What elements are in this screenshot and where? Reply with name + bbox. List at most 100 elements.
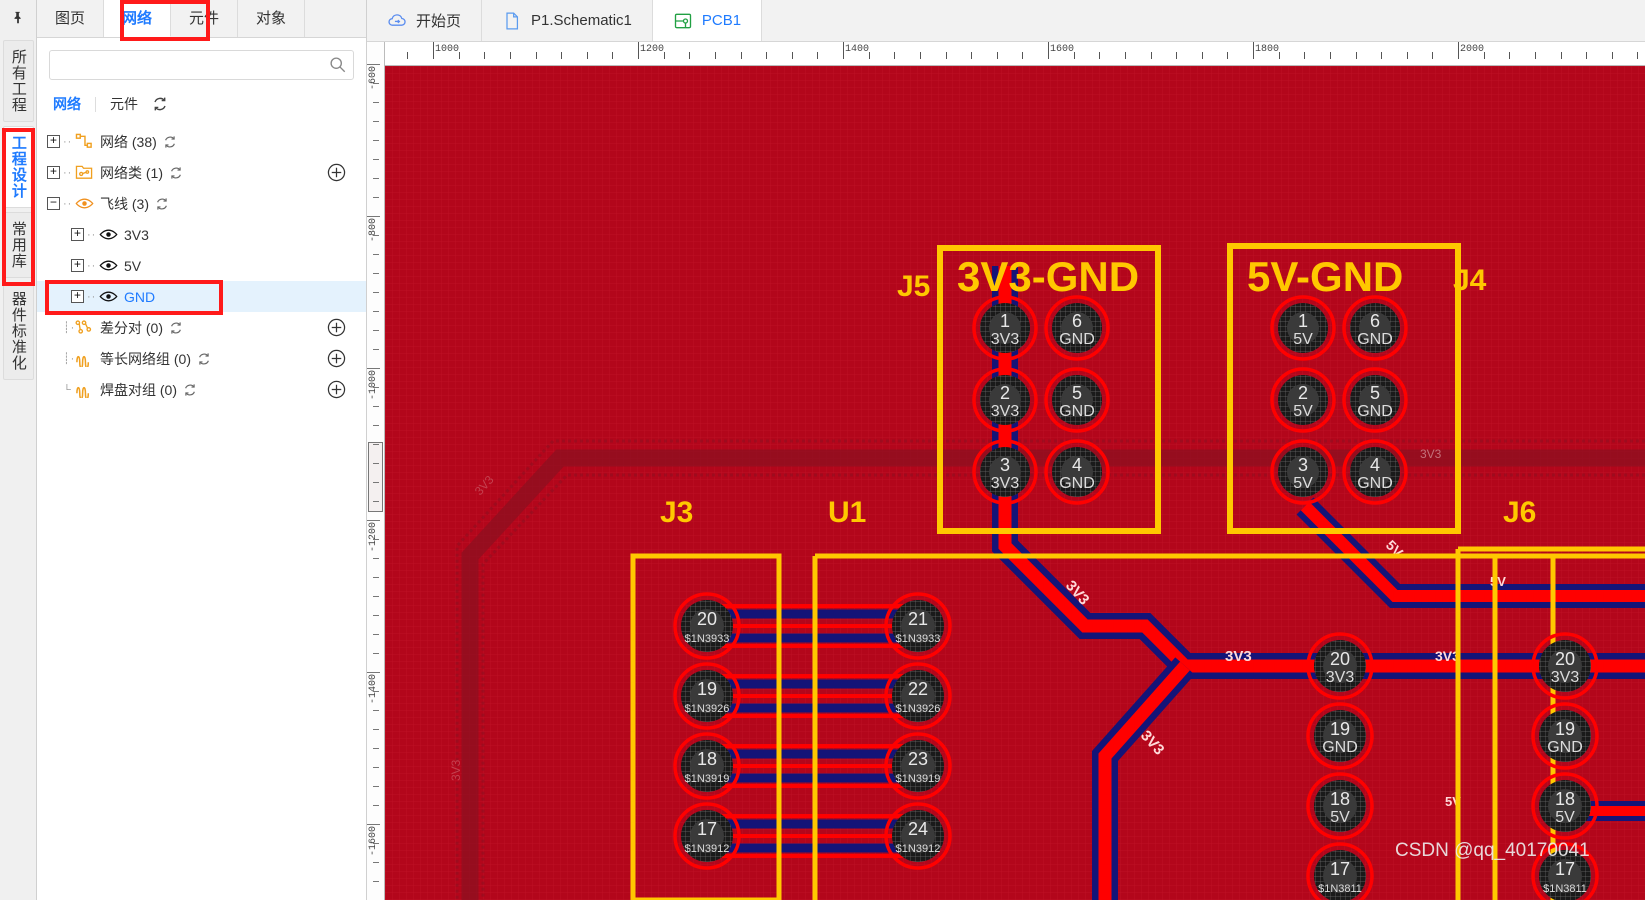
pad-j6r-19[interactable]: 19GND [1531, 702, 1599, 770]
pad-j4-2[interactable]: 25V [1270, 367, 1336, 433]
pad-u1-22[interactable]: 22 $1N3926 [884, 662, 952, 730]
pcb-drawing[interactable]: 3V3 3V3 3V3 3V3 3V3 3V3 3V3 5V 5V 5V J5 … [385, 66, 1645, 900]
doc-tab-start-page[interactable]: 开始页 [367, 0, 483, 41]
subtab-components[interactable]: 元件 [106, 92, 142, 116]
eye-icon[interactable] [75, 195, 94, 212]
expander-icon[interactable]: + [47, 166, 60, 179]
ruler-tick-minor [373, 482, 379, 483]
panel-tab-pages[interactable]: 图页 [37, 0, 105, 37]
pin-icon[interactable] [0, 0, 37, 36]
eye-dark-icon[interactable] [99, 226, 118, 243]
tree-item-ratlines[interactable]: − ·· 飞线 (3) [37, 188, 366, 219]
pad-j5-6[interactable]: 6GND [1044, 295, 1110, 361]
expander-icon[interactable]: + [71, 290, 84, 303]
tree-item-nets[interactable]: + ·· 网络 (38) [37, 126, 366, 157]
ruler-tick-minor [1329, 52, 1331, 59]
refresh-icon[interactable] [152, 96, 168, 112]
pad-u1-21[interactable]: 21 $1N3933 [884, 592, 952, 660]
refresh-icon[interactable] [163, 135, 177, 149]
pad-u1-23[interactable]: 23 $1N3919 [884, 732, 952, 800]
ruler-tick-minor [1381, 52, 1383, 59]
tree-guide: ·· [87, 228, 97, 241]
expander-icon[interactable]: + [71, 228, 84, 241]
tree-item-differential-pairs[interactable]: + ┊·· 差分对 (0) [37, 312, 366, 343]
pad-j5-3[interactable]: 33V3 [972, 439, 1038, 505]
ruler-tick-minor [509, 52, 511, 59]
tree-item-net-3v3[interactable]: + ·· 3V3 [37, 219, 366, 250]
vertical-ruler[interactable]: -600 -800 -1000 -1200 -1400 -1600 [367, 42, 385, 900]
panel-tab-nets[interactable]: 网络 [104, 0, 172, 37]
ruler-tick-minor [791, 52, 793, 59]
panel-tab-objects[interactable]: 对象 [238, 0, 306, 37]
expander-icon[interactable]: + [47, 135, 60, 148]
eye-dark-icon[interactable] [99, 257, 118, 274]
refresh-icon[interactable] [155, 197, 169, 211]
expander-icon[interactable]: + [71, 259, 84, 272]
add-length-group-button[interactable] [327, 349, 346, 368]
horizontal-ruler[interactable]: 10001200140016001800200022002400 [385, 42, 1645, 66]
search-input[interactable] [49, 50, 354, 80]
panel-tab-components[interactable]: 元件 [171, 0, 239, 37]
expander-icon[interactable]: − [47, 197, 60, 210]
search-icon[interactable] [329, 56, 346, 73]
pad-j6l-18[interactable]: 185V [1306, 772, 1374, 840]
tree-item-length-matched-groups[interactable]: + ┊·· 等长网络组 (0) [37, 343, 366, 374]
pad-u1-24[interactable]: 24 $1N3912 [884, 802, 952, 870]
tree-guide: ·· [63, 135, 73, 148]
pad-net-label: 5V [1293, 331, 1313, 348]
refresh-icon[interactable] [183, 383, 197, 397]
pad-number: 6 [1370, 311, 1380, 331]
add-differential-pair-button[interactable] [327, 318, 346, 337]
pad-j4-1[interactable]: 15V [1270, 295, 1336, 361]
pad-number: 23 [908, 749, 928, 769]
ruler-tick-minor [373, 235, 379, 236]
pad-net-label: GND [1059, 403, 1095, 420]
refresh-icon[interactable] [197, 352, 211, 366]
tree-item-net-classes[interactable]: + ·· 网络类 (1) [37, 157, 366, 188]
pad-j6l-20[interactable]: 203V3 [1306, 632, 1374, 700]
refresh-icon[interactable] [169, 321, 183, 335]
refresh-icon[interactable] [169, 166, 183, 180]
pad-j5-2[interactable]: 23V3 [972, 367, 1038, 433]
doc-tab-pcb[interactable]: PCB1 [652, 0, 763, 41]
pad-j3-17[interactable]: 17 $1N3912 [673, 802, 741, 870]
tree-item-label: GND [124, 288, 156, 305]
pad-j4-5[interactable]: 5GND [1342, 367, 1408, 433]
ruler-tick-minor [1406, 52, 1408, 59]
ruler-tick-minor [1099, 52, 1101, 59]
add-net-class-button[interactable] [327, 163, 346, 182]
subtab-nets[interactable]: 网络 [49, 92, 85, 116]
pcb-canvas[interactable]: 3V3 3V3 3V3 3V3 3V3 3V3 3V3 5V 5V 5V J5 … [385, 66, 1645, 900]
pad-j6r-18[interactable]: 185V [1531, 772, 1599, 840]
pad-j4-6[interactable]: 6GND [1342, 295, 1408, 361]
pad-number: 5 [1370, 383, 1380, 403]
rail-tab-all-projects[interactable]: 所有工程 [2, 40, 34, 122]
pad-j5-1[interactable]: 13V3 [972, 295, 1038, 361]
pad-j6r-20[interactable]: 203V3 [1531, 632, 1599, 700]
pad-j3-19[interactable]: 19 $1N3926 [673, 662, 741, 730]
ruler-tick-minor [689, 52, 691, 59]
rail-tab-device-standardization[interactable]: 器件标准化 [2, 282, 34, 380]
pad-j3-18[interactable]: 18 $1N3919 [673, 732, 741, 800]
ruler-tick-minor [373, 729, 379, 730]
pad-j3-20[interactable]: 20 $1N3933 [673, 592, 741, 660]
ruler-tick-minor [1355, 52, 1357, 59]
ruler-tick-minor [373, 748, 379, 749]
tree-item-pad-pair-groups[interactable]: + └·· 焊盘对组 (0) [37, 374, 366, 405]
pad-net-label: GND [1547, 739, 1583, 756]
add-pad-pair-group-button[interactable] [327, 380, 346, 399]
rail-tab-project-design[interactable]: 工程设计 [2, 126, 34, 208]
pad-j5-5[interactable]: 5GND [1044, 367, 1110, 433]
pad-j4-4[interactable]: 4GND [1342, 439, 1408, 505]
ruler-tick-minor [1073, 52, 1075, 59]
eye-dark-icon[interactable] [99, 288, 118, 305]
ruler-tick-minor [1586, 52, 1588, 59]
pad-j5-4[interactable]: 4GND [1044, 439, 1110, 505]
tree-item-net-5v[interactable]: + ·· 5V [37, 250, 366, 281]
doc-tab-schematic[interactable]: P1.Schematic1 [482, 0, 653, 41]
tree-item-net-gnd[interactable]: + ·· GND [37, 281, 366, 312]
rail-tab-common-library[interactable]: 常用库 [2, 212, 34, 278]
pad-j6l-19[interactable]: 19GND [1306, 702, 1374, 770]
pad-net-label: $1N3811 [1318, 883, 1362, 895]
pad-j4-3[interactable]: 35V [1270, 439, 1336, 505]
